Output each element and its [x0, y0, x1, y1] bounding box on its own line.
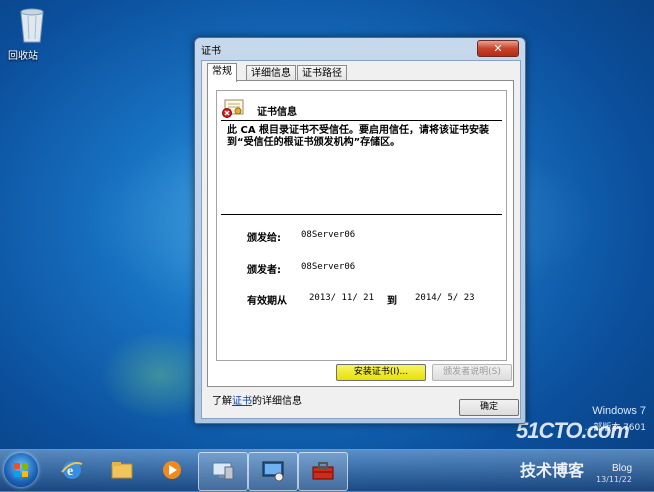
certificate-link[interactable]: 证书: [232, 396, 252, 407]
divider: [221, 120, 502, 121]
dialog-client: 常规 详细信息 证书路径 证书信息 此 CA 根目录证书不受信任。要启用信任，请…: [201, 60, 521, 419]
watermark-sub: 技术博客: [520, 461, 585, 480]
watermark-blog: Blog: [612, 463, 633, 474]
tab-details[interactable]: 详细信息: [246, 65, 296, 81]
recycle-bin-label[interactable]: 回收站: [8, 47, 38, 62]
media-player-icon[interactable]: [148, 452, 196, 489]
start-orb-icon[interactable]: [4, 453, 38, 487]
cert-info-box: 证书信息 此 CA 根目录证书不受信任。要启用信任，请将该证书安装到“受信任的根…: [216, 90, 507, 361]
file-explorer-icon[interactable]: [98, 452, 146, 489]
learn-prefix: 了解: [212, 396, 232, 407]
general-panel: 证书信息 此 CA 根目录证书不受信任。要启用信任，请将该证书安装到“受信任的根…: [207, 80, 514, 387]
dialog-title: 证书: [201, 46, 221, 57]
issued-by-value: 08Server06: [301, 262, 356, 272]
watermark-site: 51CTO.com: [516, 418, 630, 443]
valid-from-value: 2013/ 11/ 21: [309, 293, 375, 303]
valid-to-label: 到: [387, 296, 397, 307]
divider: [221, 214, 502, 215]
learn-more-line: 了解证书的详细信息: [212, 392, 302, 407]
recycle-bin-icon[interactable]: [14, 4, 50, 48]
close-icon: ✕: [493, 42, 503, 55]
internet-explorer-icon[interactable]: e: [48, 452, 96, 489]
trust-message: 此 CA 根目录证书不受信任。要启用信任，请将该证书安装到“受信任的根证书颁发机…: [227, 125, 490, 148]
install-certificate-button[interactable]: 安装证书(I)...: [336, 364, 426, 381]
tab-cert-path[interactable]: 证书路径: [297, 65, 347, 81]
tab-general[interactable]: 常规: [207, 63, 237, 82]
watermark-date: 13/11/22: [596, 475, 632, 484]
issued-to-value: 08Server06: [301, 230, 356, 240]
certificate-dialog: 证书 ✕ 常规 详细信息 证书路径 证书信息 此 CA 根目录证书不受信任。要启…: [194, 37, 526, 424]
issued-to-label: 颁发给:: [247, 233, 281, 244]
issued-by-label: 颁发者:: [247, 265, 281, 276]
toolbox-icon[interactable]: [298, 452, 348, 491]
server-manager-icon[interactable]: [198, 452, 248, 491]
taskbar: e 技术博客 Blog 13/11/22: [0, 449, 654, 492]
valid-from-label: 有效期从: [247, 296, 287, 307]
title-bar[interactable]: 证书 ✕: [195, 38, 525, 58]
untrusted-certificate-icon: [222, 99, 244, 119]
issuer-statement-button[interactable]: 颁发者说明(S): [432, 364, 512, 381]
cert-info-title: 证书信息: [257, 107, 297, 118]
remote-desktop-icon[interactable]: [248, 452, 298, 491]
valid-to-value: 2014/ 5/ 23: [415, 293, 475, 303]
os-name: Windows 7: [592, 405, 646, 417]
close-button[interactable]: ✕: [477, 40, 519, 57]
learn-suffix: 的详细信息: [252, 396, 302, 407]
ok-button[interactable]: 确定: [459, 399, 519, 416]
